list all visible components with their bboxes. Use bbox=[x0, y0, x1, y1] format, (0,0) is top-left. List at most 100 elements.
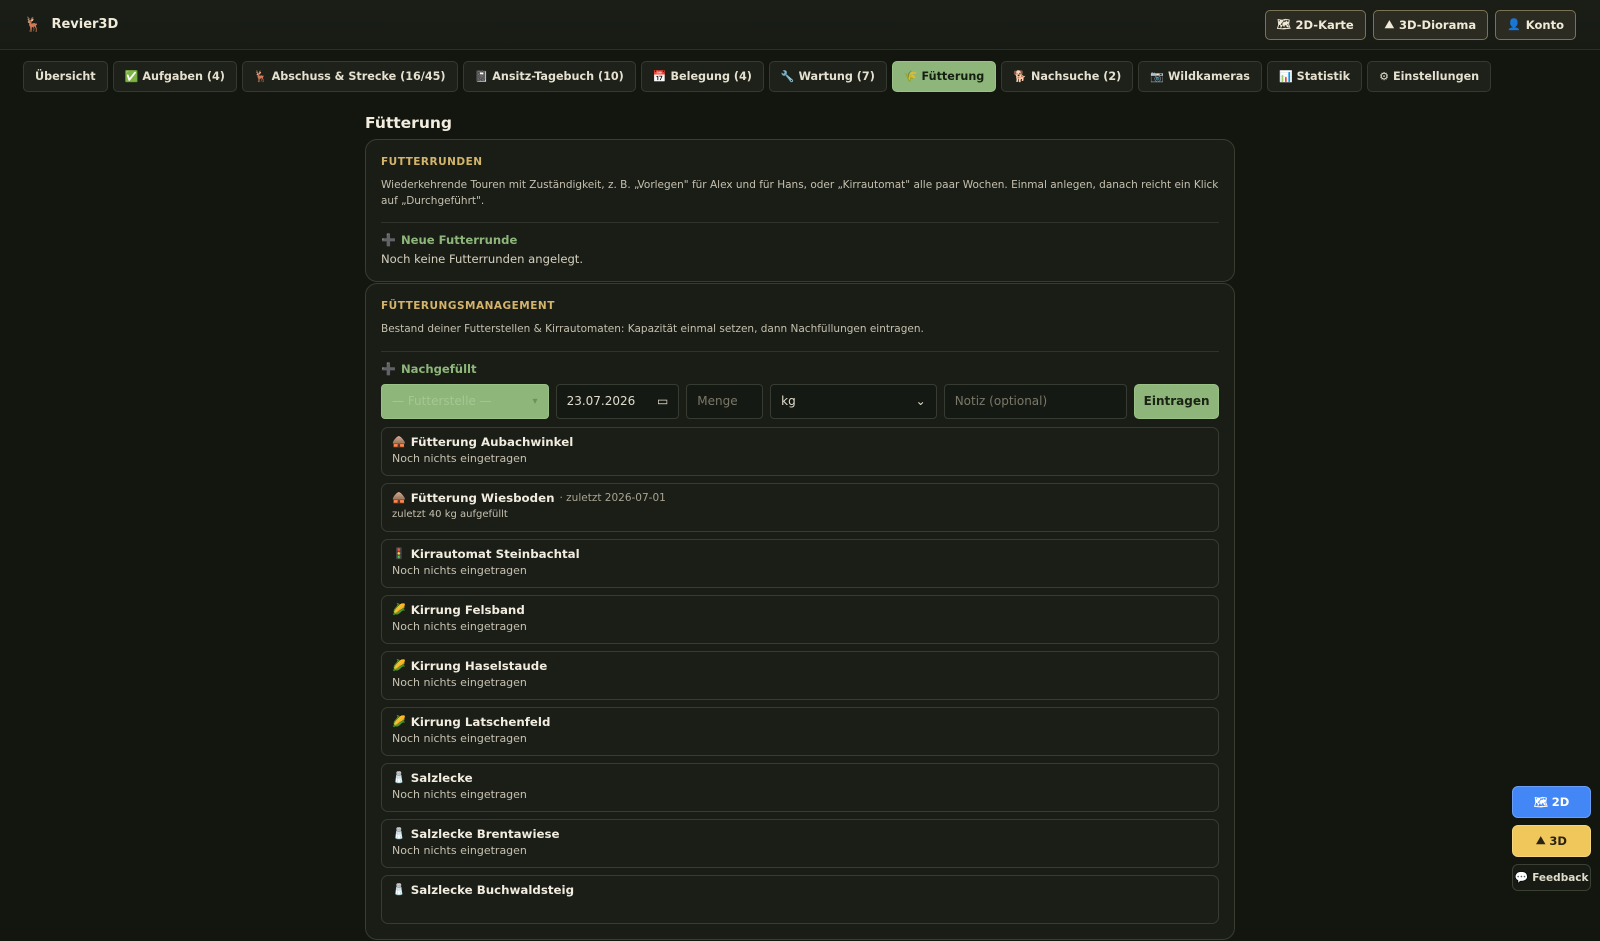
map-2d-button[interactable]: 🗺 2D-Karte bbox=[1264, 9, 1366, 40]
tab-label: Fütterung bbox=[921, 70, 985, 83]
futterrunden-panel: Futterrunden Wiederkehrende Touren mit Z… bbox=[365, 139, 1235, 282]
management-description: Bestand deiner Futterstellen & Kirrautom… bbox=[381, 323, 924, 335]
tab-nachsuche[interactable]: 🐕 Nachsuche (2) bbox=[1001, 61, 1134, 92]
divider bbox=[381, 350, 1219, 352]
map-icon: 🗺 bbox=[1276, 18, 1291, 31]
notiz-placeholder: Notiz (optional) bbox=[954, 394, 1048, 408]
list-item[interactable]: 🌽 Kirrung Haselstaude Noch nichts einget… bbox=[381, 650, 1219, 700]
tab-fuetterung[interactable]: 🌾 Fütterung bbox=[891, 61, 997, 92]
notebook-icon: 📓 bbox=[474, 70, 489, 83]
new-futterrunde-label: Neue Futterrunde bbox=[400, 233, 518, 247]
station-status: Noch nichts eingetragen bbox=[392, 843, 527, 857]
list-item[interactable]: 🧂 Salzlecke Noch nichts eingetragen bbox=[381, 762, 1219, 812]
divider bbox=[381, 222, 1219, 223]
view-2d-button[interactable]: 🗺 2D bbox=[1512, 786, 1591, 818]
futterstelle-select[interactable]: — Futterstelle — ▾ bbox=[381, 383, 549, 419]
tab-ansitz-tagebuch[interactable]: 📓 Ansitz-Tagebuch (10) bbox=[462, 61, 636, 92]
date-input[interactable]: 23.07.2026 ▭ bbox=[555, 383, 680, 419]
user-icon: 👤 bbox=[1507, 18, 1521, 31]
station-list: 🛖 Fütterung Aubachwinkel Noch nichts ein… bbox=[381, 426, 1219, 924]
tab-abschuss[interactable]: 🦌 Abschuss & Strecke (16/45) bbox=[241, 61, 458, 92]
list-item[interactable]: 🌽 Kirrung Latschenfeld Noch nichts einge… bbox=[381, 706, 1219, 756]
futterrunden-empty-text: Noch keine Futterrunden angelegt. bbox=[381, 252, 584, 266]
nachgefuellt-toggle[interactable]: ➕ Nachgefüllt bbox=[381, 362, 1219, 376]
chevron-down-icon: ▾ bbox=[532, 395, 538, 407]
view-3d-button[interactable]: ⛰ 3D bbox=[1512, 825, 1591, 857]
feedback-button[interactable]: 💬 Feedback bbox=[1512, 864, 1591, 891]
page-title: Fütterung bbox=[365, 114, 452, 132]
menge-placeholder: Menge bbox=[697, 394, 738, 408]
feeder-icon: 🚦 bbox=[392, 547, 406, 560]
station-status: Noch nichts eingetragen bbox=[392, 619, 527, 633]
unit-select[interactable]: kg ⌄ bbox=[770, 383, 937, 419]
station-name: Fütterung Wiesboden bbox=[410, 490, 555, 505]
station-last-refill: · zuletzt 2026-07-01 bbox=[559, 491, 666, 504]
corn-icon: 🌽 bbox=[392, 715, 406, 728]
brand[interactable]: 🦌 Revier3D bbox=[24, 17, 118, 33]
camera-icon: 📷 bbox=[1150, 70, 1164, 83]
top-actions: 🗺 2D-Karte ⛰ 3D-Diorama 👤 Konto bbox=[1264, 9, 1576, 40]
mountain-icon: ⛰ bbox=[1536, 834, 1546, 847]
diorama-3d-label: 3D-Diorama bbox=[1398, 17, 1477, 32]
tab-label: Aufgaben (4) bbox=[142, 70, 225, 83]
new-futterrunde-button[interactable]: ➕ Neue Futterrunde bbox=[381, 233, 1219, 247]
chart-icon: 📊 bbox=[1278, 70, 1293, 83]
check-icon: ✅ bbox=[124, 70, 139, 83]
list-item[interactable]: 🧂 Salzlecke Buchwaldsteig bbox=[381, 874, 1219, 924]
view-switcher: 🗺 2D ⛰ 3D 💬 Feedback bbox=[1512, 786, 1591, 891]
station-name: Kirrung Latschenfeld bbox=[410, 714, 551, 729]
station-name: Kirrung Felsband bbox=[410, 602, 525, 617]
station-status: Noch nichts eingetragen bbox=[392, 787, 527, 801]
hut-icon: 🛖 bbox=[392, 491, 406, 504]
date-value: 23.07.2026 bbox=[566, 394, 636, 408]
tab-wartung[interactable]: 🔧 Wartung (7) bbox=[768, 61, 887, 92]
station-name: Salzlecke bbox=[410, 770, 473, 785]
station-status: Noch nichts eingetragen bbox=[392, 675, 527, 689]
futterstelle-placeholder: — Futterstelle — bbox=[392, 394, 492, 408]
tab-bar: Übersicht ✅ Aufgaben (4) 🦌 Abschuss & St… bbox=[23, 61, 1492, 92]
grain-icon: 🌾 bbox=[903, 70, 918, 83]
management-panel: Fütterungsmanagement Bestand deiner Futt… bbox=[365, 283, 1235, 940]
tab-label: Wartung (7) bbox=[798, 70, 875, 83]
list-item[interactable]: 🧂 Salzlecke Brentawiese Noch nichts eing… bbox=[381, 818, 1219, 868]
tab-belegung[interactable]: 📅 Belegung (4) bbox=[640, 61, 764, 92]
list-item[interactable]: 🚦 Kirrautomat Steinbachtal Noch nichts e… bbox=[381, 538, 1219, 588]
station-name: Salzlecke Brentawiese bbox=[410, 826, 560, 841]
plus-icon: ➕ bbox=[381, 233, 396, 247]
tab-uebersicht[interactable]: Übersicht bbox=[23, 61, 108, 92]
tab-einstellungen[interactable]: ⚙ Einstellungen bbox=[1367, 61, 1492, 92]
dog-icon: 🐕 bbox=[1013, 70, 1028, 83]
tab-label: Belegung (4) bbox=[670, 70, 752, 83]
management-title: Fütterungsmanagement bbox=[381, 300, 555, 312]
refill-form: — Futterstelle — ▾ 23.07.2026 ▭ Menge kg… bbox=[381, 383, 1219, 419]
map-icon: 🗺 bbox=[1533, 795, 1548, 809]
main-content: Fütterung Futterrunden Wiederkehrende To… bbox=[365, 114, 1235, 941]
chevron-down-icon: ⌄ bbox=[915, 394, 926, 408]
deer-logo-icon: 🦌 bbox=[24, 16, 42, 33]
view-2d-label: 2D bbox=[1551, 795, 1570, 809]
list-item[interactable]: 🛖 Fütterung Aubachwinkel Noch nichts ein… bbox=[381, 426, 1219, 476]
tab-label: Ansitz-Tagebuch (10) bbox=[492, 70, 624, 83]
unit-value: kg bbox=[781, 394, 796, 408]
tab-statistik[interactable]: 📊 Statistik bbox=[1266, 61, 1363, 92]
diorama-3d-button[interactable]: ⛰ 3D-Diorama bbox=[1372, 9, 1489, 40]
app-name: Revier3D bbox=[51, 17, 119, 32]
account-label: Konto bbox=[1525, 17, 1564, 32]
station-status: Noch nichts eingetragen bbox=[392, 563, 527, 577]
tab-wildkameras[interactable]: 📷 Wildkameras bbox=[1138, 61, 1262, 92]
menge-input[interactable]: Menge bbox=[686, 383, 764, 419]
tab-label: Wildkameras bbox=[1167, 70, 1250, 83]
notiz-input[interactable]: Notiz (optional) bbox=[943, 383, 1128, 419]
list-item[interactable]: 🌽 Kirrung Felsband Noch nichts eingetrag… bbox=[381, 594, 1219, 644]
eintragen-button[interactable]: Eintragen bbox=[1134, 383, 1219, 419]
tab-label: Statistik bbox=[1296, 70, 1351, 83]
corn-icon: 🌽 bbox=[392, 603, 406, 616]
plus-icon: ➕ bbox=[381, 361, 396, 376]
account-button[interactable]: 👤 Konto bbox=[1495, 9, 1576, 40]
tab-aufgaben[interactable]: ✅ Aufgaben (4) bbox=[112, 61, 237, 92]
hut-icon: 🛖 bbox=[392, 435, 406, 448]
futterrunden-title: Futterrunden bbox=[381, 156, 483, 168]
list-item[interactable]: 🛖 Fütterung Wiesboden · zuletzt 2026-07-… bbox=[381, 482, 1219, 532]
calendar-icon[interactable]: ▭ bbox=[657, 394, 668, 408]
top-bar: 🦌 Revier3D 🗺 2D-Karte ⛰ 3D-Diorama 👤 Kon… bbox=[0, 0, 1600, 50]
